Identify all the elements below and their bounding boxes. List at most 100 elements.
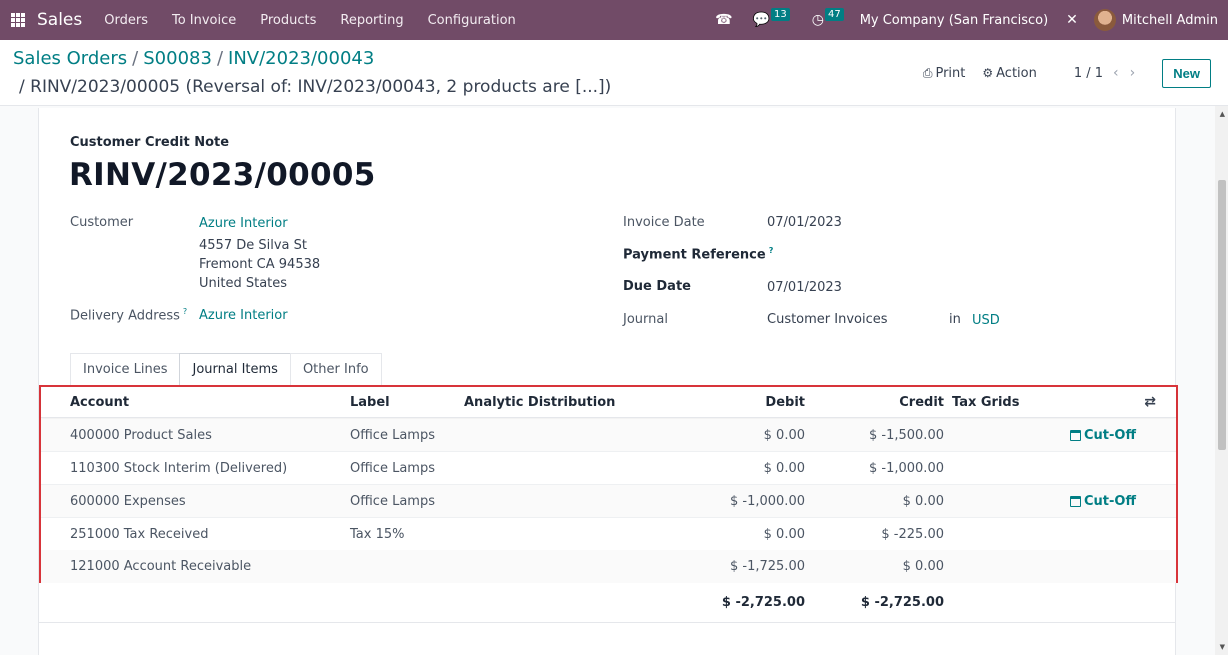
cell-account: 121000 Account Receivable — [70, 559, 252, 574]
customer-field[interactable]: Azure Interior — [199, 216, 288, 231]
table-row[interactable]: 600000 Expenses Office Lamps $ -1,000.00… — [41, 485, 1176, 518]
breadcrumb-current: / RINV/2023/00005 (Reversal of: INV/2023… — [19, 77, 612, 97]
cutoff-button[interactable]: Cut-Off — [1070, 494, 1136, 509]
cell-debit: $ -1,000.00 — [730, 493, 805, 509]
company-switcher[interactable]: My Company (San Francisco) — [860, 13, 1048, 28]
breadcrumb: Sales Orders / S00083/INV/2023/00043 — [13, 48, 374, 69]
menu-to-invoice[interactable]: To Invoice — [172, 13, 236, 28]
invoice-date-field[interactable]: 07/01/2023 — [767, 215, 842, 230]
delivery-address-label-text: Delivery Address — [70, 308, 180, 324]
pager-next-icon[interactable]: › — [1130, 65, 1136, 81]
app-menu-button[interactable] — [3, 0, 33, 40]
cell-credit: $ 0.00 — [902, 559, 944, 574]
help-icon[interactable]: ? — [769, 246, 774, 255]
cell-label: Office Lamps — [350, 460, 435, 476]
table-row[interactable]: 400000 Product Sales Office Lamps $ 0.00… — [41, 419, 1176, 452]
address-line-3: United States — [199, 276, 288, 291]
cell-account: 600000 Expenses — [70, 493, 186, 509]
activities-badge: 47 — [824, 7, 844, 21]
tab-invoice-lines[interactable]: Invoice Lines — [70, 353, 181, 385]
column-debit[interactable]: Debit — [765, 395, 805, 410]
payment-reference-label: Payment Reference? — [623, 246, 773, 262]
action-button[interactable]: ⚙ Action — [982, 66, 1036, 81]
delivery-address-field[interactable]: Azure Interior — [199, 308, 288, 323]
menu-reporting[interactable]: Reporting — [340, 13, 403, 28]
breadcrumb-sales-orders[interactable]: Sales Orders — [13, 48, 127, 69]
calendar-icon — [1070, 429, 1081, 441]
pager-previous-icon[interactable]: ‹ — [1113, 65, 1119, 81]
action-label: Action — [996, 65, 1037, 81]
currency-in-label: in — [949, 312, 961, 327]
scroll-up-icon[interactable]: ▲ — [1220, 110, 1225, 118]
menu-orders[interactable]: Orders — [104, 13, 148, 28]
control-panel: Sales Orders / S00083/INV/2023/00043 / RIN… — [0, 40, 1228, 106]
phone-button[interactable]: ☎ — [715, 0, 732, 40]
due-date-field[interactable]: 07/01/2023 — [767, 280, 842, 295]
clock-icon: ◷ — [811, 12, 824, 28]
pager-value[interactable]: 1 / 1 — [1074, 66, 1103, 81]
cell-debit: $ 0.00 — [763, 460, 805, 476]
cell-credit: $ -225.00 — [881, 526, 944, 542]
total-debit: $ -2,725.00 — [721, 595, 805, 610]
top-navbar: Sales Orders To Invoice Products Reporti… — [0, 0, 1228, 40]
print-button[interactable]: ⎙ Print — [923, 66, 966, 81]
breadcrumb-invoice[interactable]: INV/2023/00043 — [228, 48, 374, 69]
column-account[interactable]: Account — [70, 395, 129, 410]
tools-icon: ✕ — [1066, 12, 1078, 28]
apps-grid-icon — [11, 13, 25, 27]
column-analytic-distribution[interactable]: Analytic Distribution — [464, 395, 615, 410]
cell-account: 400000 Product Sales — [70, 427, 212, 443]
help-icon[interactable]: ? — [183, 307, 187, 316]
cell-account: 110300 Stock Interim (Delivered) — [70, 460, 288, 476]
tab-journal-items[interactable]: Journal Items — [179, 353, 291, 385]
print-label: Print — [935, 65, 966, 81]
app-name[interactable]: Sales — [37, 10, 82, 30]
avatar[interactable] — [1093, 9, 1116, 31]
optional-columns-toggle-icon[interactable]: ⇄ — [1144, 394, 1156, 410]
cutoff-label: Cut-Off — [1084, 427, 1136, 443]
delivery-address-label: Delivery Address? — [70, 307, 187, 323]
cell-credit: $ 0.00 — [902, 493, 944, 509]
new-button[interactable]: New — [1162, 58, 1211, 88]
breadcrumb-separator: / — [132, 48, 139, 69]
messages-badge: 13 — [771, 7, 790, 21]
gear-icon: ⚙ — [982, 66, 994, 80]
journal-field[interactable]: Customer Invoices — [767, 312, 888, 327]
phone-icon: ☎ — [715, 12, 733, 28]
table-row[interactable]: 121000 Account Receivable $ -1,725.00 $ … — [41, 550, 1176, 583]
cell-debit: $ 0.00 — [763, 526, 805, 542]
table-row[interactable]: 110300 Stock Interim (Delivered) Office … — [41, 452, 1176, 485]
payment-reference-label-text: Payment Reference — [623, 247, 766, 263]
address-line-2: Fremont CA 94538 — [199, 257, 321, 272]
menu-products[interactable]: Products — [260, 13, 316, 28]
debug-tools-button[interactable]: ✕ — [1066, 0, 1078, 40]
cutoff-button[interactable]: Cut-Off — [1070, 428, 1136, 443]
column-credit[interactable]: Credit — [899, 395, 944, 410]
column-label[interactable]: Label — [350, 395, 390, 410]
breadcrumb-sale-order[interactable]: S00083 — [143, 48, 212, 69]
messages-button[interactable]: 💬 13 — [753, 0, 790, 40]
cell-account: 251000 Tax Received — [70, 526, 209, 542]
table-totals-row: $ -2,725.00 $ -2,725.00 — [39, 585, 1176, 623]
menu-configuration[interactable]: Configuration — [428, 13, 516, 28]
scrollbar-thumb[interactable] — [1218, 180, 1226, 450]
customer-label: Customer — [70, 215, 134, 230]
tab-other-info[interactable]: Other Info — [289, 353, 382, 385]
cell-label: Office Lamps — [350, 427, 435, 443]
activities-button[interactable]: ◷ 47 — [812, 0, 844, 40]
cell-debit: $ 0.00 — [763, 427, 805, 443]
invoice-date-label: Invoice Date — [623, 215, 705, 230]
total-credit: $ -2,725.00 — [860, 595, 944, 610]
scroll-down-icon[interactable]: ▼ — [1220, 643, 1225, 651]
journal-label: Journal — [623, 312, 668, 327]
user-menu[interactable]: Mitchell Admin — [1122, 13, 1218, 28]
currency-field[interactable]: USD — [972, 313, 1000, 328]
table-row[interactable]: 251000 Tax Received Tax 15% $ 0.00 $ -22… — [41, 518, 1176, 551]
breadcrumb-separator: / — [216, 48, 224, 69]
due-date-label: Due Date — [623, 279, 691, 294]
cutoff-label: Cut-Off — [1084, 493, 1136, 509]
calendar-icon — [1070, 495, 1081, 507]
printer-icon: ⎙ — [922, 65, 933, 80]
column-tax-grids[interactable]: Tax Grids — [952, 395, 1019, 410]
notebook-tabs: Invoice Lines Journal Items Other Info — [70, 353, 382, 385]
